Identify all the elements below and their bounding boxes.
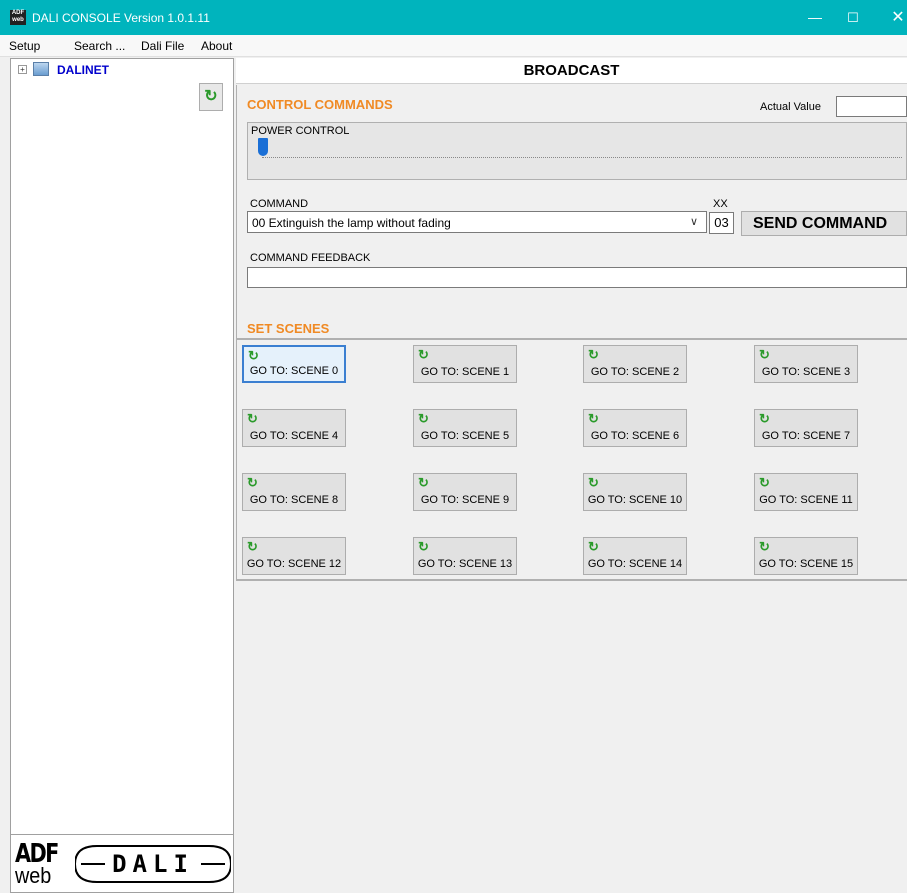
scene-button-3[interactable]: ↻ GO TO: SCENE 3 (754, 345, 858, 383)
power-slider-track[interactable] (262, 157, 902, 158)
refresh-icon: ↻ (418, 475, 429, 490)
scene-button-6[interactable]: ↻ GO TO: SCENE 6 (583, 409, 687, 447)
scene-button-1[interactable]: ↻ GO TO: SCENE 1 (413, 345, 517, 383)
network-node-icon (33, 62, 49, 76)
refresh-icon: ↻ (759, 411, 770, 426)
refresh-icon: ↻ (759, 475, 770, 490)
command-feedback-label: COMMAND FEEDBACK (250, 252, 371, 264)
scene-button-0[interactable]: ↻ GO TO: SCENE 0 (242, 345, 346, 383)
refresh-icon: ↻ (759, 539, 770, 554)
command-select-value: 00 Extinguish the lamp without fading (252, 216, 451, 230)
scene-button-label: GO TO: SCENE 5 (420, 430, 510, 442)
refresh-icon: ↻ (588, 539, 599, 554)
scene-button-15[interactable]: ↻ GO TO: SCENE 15 (754, 537, 858, 575)
menu-about[interactable]: About (201, 39, 232, 53)
tree-refresh-button[interactable]: ↻ (199, 83, 223, 111)
scene-button-4[interactable]: ↻ GO TO: SCENE 4 (242, 409, 346, 447)
scene-button-label: GO TO: SCENE 6 (590, 430, 680, 442)
refresh-icon: ↻ (418, 411, 429, 426)
scene-button-label: GO TO: SCENE 0 (249, 365, 339, 377)
scene-button-label: GO TO: SCENE 10 (587, 494, 683, 506)
scene-button-label: GO TO: SCENE 14 (587, 558, 683, 570)
tree-node-dalinet[interactable]: DALINET (57, 63, 109, 77)
scene-button-11[interactable]: ↻ GO TO: SCENE 11 (754, 473, 858, 511)
xx-label: XX (713, 198, 728, 210)
scene-button-label: GO TO: SCENE 2 (590, 366, 680, 378)
scene-button-label: GO TO: SCENE 7 (761, 430, 851, 442)
refresh-icon: ↻ (418, 347, 429, 362)
refresh-icon: ↻ (588, 347, 599, 362)
scene-button-label: GO TO: SCENE 8 (249, 494, 339, 506)
power-slider-thumb[interactable] (258, 138, 268, 156)
scene-button-label: GO TO: SCENE 15 (758, 558, 854, 570)
dali-logo-text: DALI (112, 850, 194, 878)
empty-area (236, 581, 907, 893)
scene-button-14[interactable]: ↻ GO TO: SCENE 14 (583, 537, 687, 575)
title-bar[interactable]: ADF web DALI CONSOLE Version 1.0.1.11 — ☐… (0, 0, 907, 35)
command-select[interactable]: 00 Extinguish the lamp without fading ∨ (247, 211, 707, 233)
refresh-icon: ↻ (418, 539, 429, 554)
main-panel: BROADCAST CONTROL COMMANDS Actual Value … (236, 58, 907, 893)
xx-field[interactable]: 03 (709, 212, 734, 234)
dali-logo: DALI (73, 843, 233, 885)
scene-button-label: GO TO: SCENE 1 (420, 366, 510, 378)
scene-button-7[interactable]: ↻ GO TO: SCENE 7 (754, 409, 858, 447)
scene-button-10[interactable]: ↻ GO TO: SCENE 10 (583, 473, 687, 511)
refresh-icon: ↻ (759, 347, 770, 362)
page-title: BROADCAST (236, 58, 907, 84)
refresh-icon: ↻ (588, 475, 599, 490)
scene-button-13[interactable]: ↻ GO TO: SCENE 13 (413, 537, 517, 575)
adf-logo-bottom: web (15, 863, 52, 888)
chevron-down-icon[interactable]: ∨ (690, 215, 698, 228)
app-window: ADF web DALI CONSOLE Version 1.0.1.11 — ☐… (0, 0, 907, 893)
refresh-icon: ↻ (204, 88, 218, 105)
adfweb-logo: ADF web (15, 839, 67, 889)
power-control-label: POWER CONTROL (251, 125, 350, 137)
maximize-button[interactable]: ☐ (830, 0, 876, 35)
scene-button-5[interactable]: ↻ GO TO: SCENE 5 (413, 409, 517, 447)
scene-button-12[interactable]: ↻ GO TO: SCENE 12 (242, 537, 346, 575)
refresh-icon: ↻ (588, 411, 599, 426)
menu-dali-file[interactable]: Dali File (141, 39, 184, 53)
scene-button-9[interactable]: ↻ GO TO: SCENE 9 (413, 473, 517, 511)
scene-button-8[interactable]: ↻ GO TO: SCENE 8 (242, 473, 346, 511)
set-scenes-title: SET SCENES (247, 321, 330, 336)
scene-button-label: GO TO: SCENE 12 (246, 558, 342, 570)
window-title: DALI CONSOLE Version 1.0.1.11 (32, 11, 210, 25)
actual-value-field[interactable] (836, 96, 907, 117)
tree-expander-icon[interactable]: + (18, 65, 27, 74)
app-icon: ADF web (10, 10, 26, 25)
device-tree[interactable]: + DALINET (10, 58, 234, 835)
menu-setup[interactable]: Setup (9, 39, 40, 53)
refresh-icon: ↻ (247, 411, 258, 426)
scene-button-label: GO TO: SCENE 13 (417, 558, 513, 570)
scene-button-label: GO TO: SCENE 4 (249, 430, 339, 442)
power-control-box: POWER CONTROL (247, 122, 907, 180)
refresh-icon: ↻ (247, 475, 258, 490)
scene-button-label: GO TO: SCENE 11 (759, 494, 853, 506)
scene-button-2[interactable]: ↻ GO TO: SCENE 2 (583, 345, 687, 383)
scene-button-label: GO TO: SCENE 3 (761, 366, 851, 378)
brand-logos: ADF web DALI (10, 835, 234, 893)
command-label: COMMAND (250, 198, 309, 210)
command-feedback-field[interactable] (247, 267, 907, 288)
menu-search[interactable]: Search ... (74, 39, 125, 53)
refresh-icon: ↻ (247, 539, 258, 554)
control-commands-title: CONTROL COMMANDS (247, 97, 393, 112)
refresh-icon: ↻ (248, 348, 259, 363)
scene-button-label: GO TO: SCENE 9 (420, 494, 510, 506)
close-button[interactable]: ✕ (875, 0, 907, 35)
menu-bar: Setup Search ... Dali File About (0, 35, 907, 57)
actual-value-label: Actual Value (760, 101, 821, 113)
send-command-button[interactable]: SEND COMMAND (741, 211, 907, 236)
